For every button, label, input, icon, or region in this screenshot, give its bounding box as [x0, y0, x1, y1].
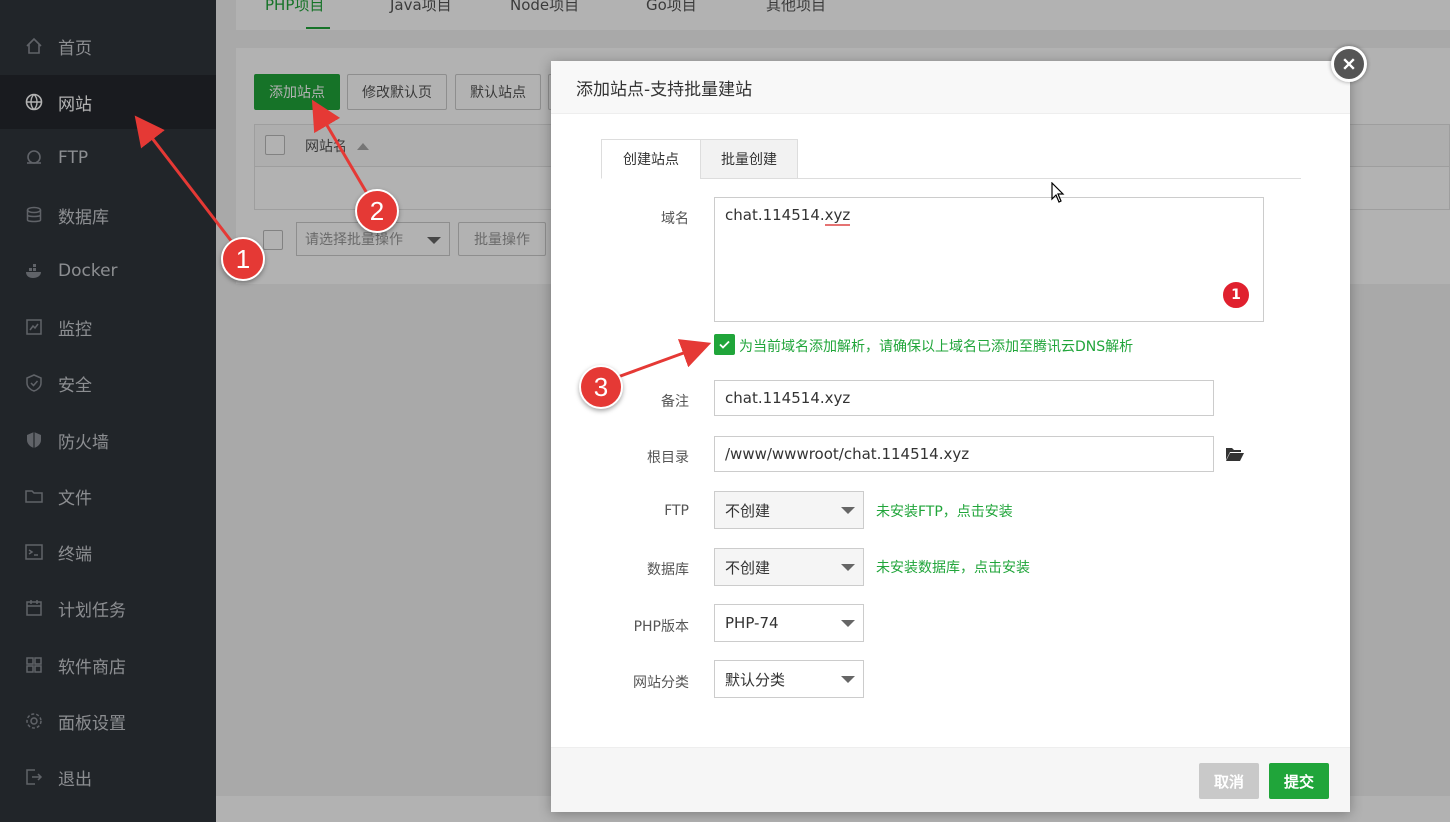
- chevron-down-icon: [841, 676, 855, 683]
- dns-checkbox-label[interactable]: 为当前域名添加解析，请确保以上域名已添加至腾讯云DNS解析: [739, 336, 1133, 356]
- dialog-tabs: 创建站点 批量创建: [601, 139, 1301, 179]
- root-dir-label: 根目录: [647, 450, 689, 466]
- annotation-marker-1: 1: [221, 237, 265, 281]
- ftp-select[interactable]: 不创建: [714, 491, 864, 529]
- database-select[interactable]: 不创建: [714, 548, 864, 586]
- ftp-label: FTP: [664, 503, 689, 519]
- dialog-footer: 取消 提交: [551, 747, 1350, 812]
- folder-open-icon[interactable]: [1225, 446, 1245, 466]
- tab-create-site[interactable]: 创建站点: [601, 139, 701, 179]
- install-ftp-link[interactable]: 未安装FTP，点击安装: [876, 501, 1013, 521]
- close-dialog-button[interactable]: [1331, 46, 1367, 82]
- remark-input[interactable]: chat.114514.xyz: [714, 380, 1214, 416]
- check-icon: [719, 340, 730, 349]
- database-label: 数据库: [647, 562, 689, 578]
- install-database-link[interactable]: 未安装数据库，点击安装: [876, 557, 1030, 577]
- close-icon: [1343, 58, 1355, 70]
- chevron-down-icon: [841, 564, 855, 571]
- chevron-down-icon: [841, 507, 855, 514]
- domain-label: 域名: [661, 211, 689, 227]
- dns-resolve-checkbox[interactable]: [714, 334, 735, 355]
- cancel-button[interactable]: 取消: [1199, 763, 1259, 799]
- spellcheck-underline: xyz: [824, 206, 851, 226]
- site-category-select[interactable]: 默认分类: [714, 660, 864, 698]
- dialog-title: 添加站点-支持批量建站: [551, 61, 1350, 114]
- annotation-marker-2: 2: [355, 189, 399, 233]
- tab-batch-create[interactable]: 批量创建: [700, 139, 798, 179]
- php-version-select[interactable]: PHP-74: [714, 604, 864, 642]
- mouse-cursor-icon: [1051, 182, 1065, 203]
- submit-button[interactable]: 提交: [1269, 763, 1329, 799]
- domain-textarea[interactable]: chat.114514.xyz: [714, 197, 1264, 322]
- php-version-label: PHP版本: [633, 619, 689, 635]
- site-category-label: 网站分类: [633, 675, 689, 691]
- annotation-marker-3: 3: [579, 365, 623, 409]
- add-site-dialog: 添加站点-支持批量建站 创建站点 批量创建 域名 chat.114514.xyz…: [551, 61, 1350, 812]
- chevron-down-icon: [841, 620, 855, 627]
- error-count-badge: 1: [1221, 280, 1251, 310]
- root-dir-input[interactable]: /www/wwwroot/chat.114514.xyz: [714, 436, 1214, 472]
